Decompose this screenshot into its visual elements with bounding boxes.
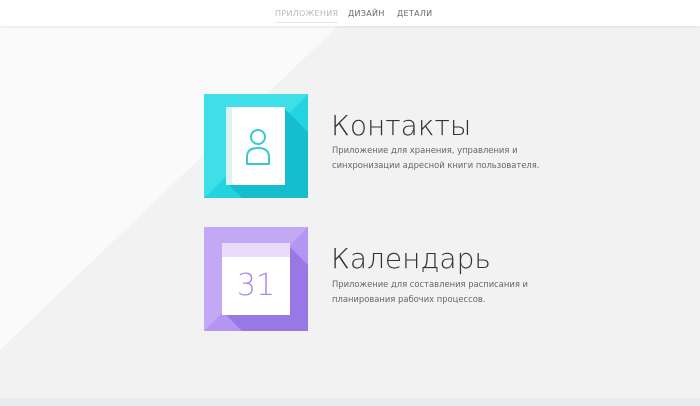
contacts-icon [204,94,308,198]
calendar-app-icon[interactable]: 31 [204,227,308,331]
calendar-description: Приложение для составления расписания и … [332,279,528,304]
background-diagonal [0,26,700,406]
calendar-icon: 31 [204,227,308,331]
contacts-app-icon[interactable] [204,94,308,198]
nav-tab-details[interactable]: ДЕТАЛИ [397,9,432,19]
calendar-day-number: 31 [237,268,275,303]
nav-tab-design[interactable]: ДИЗАЙН [348,9,385,19]
contacts-description: Приложение для хранения, управления и си… [332,145,540,170]
contacts-title: Контакты [331,109,472,142]
bottom-strip [0,398,700,406]
nav-tab-apps[interactable]: ПРИЛОЖЕНИЯ [275,9,339,23]
calendar-title: Календарь [331,242,491,275]
top-navigation: ПРИЛОЖЕНИЯ ДИЗАЙН ДЕТАЛИ [0,0,700,26]
